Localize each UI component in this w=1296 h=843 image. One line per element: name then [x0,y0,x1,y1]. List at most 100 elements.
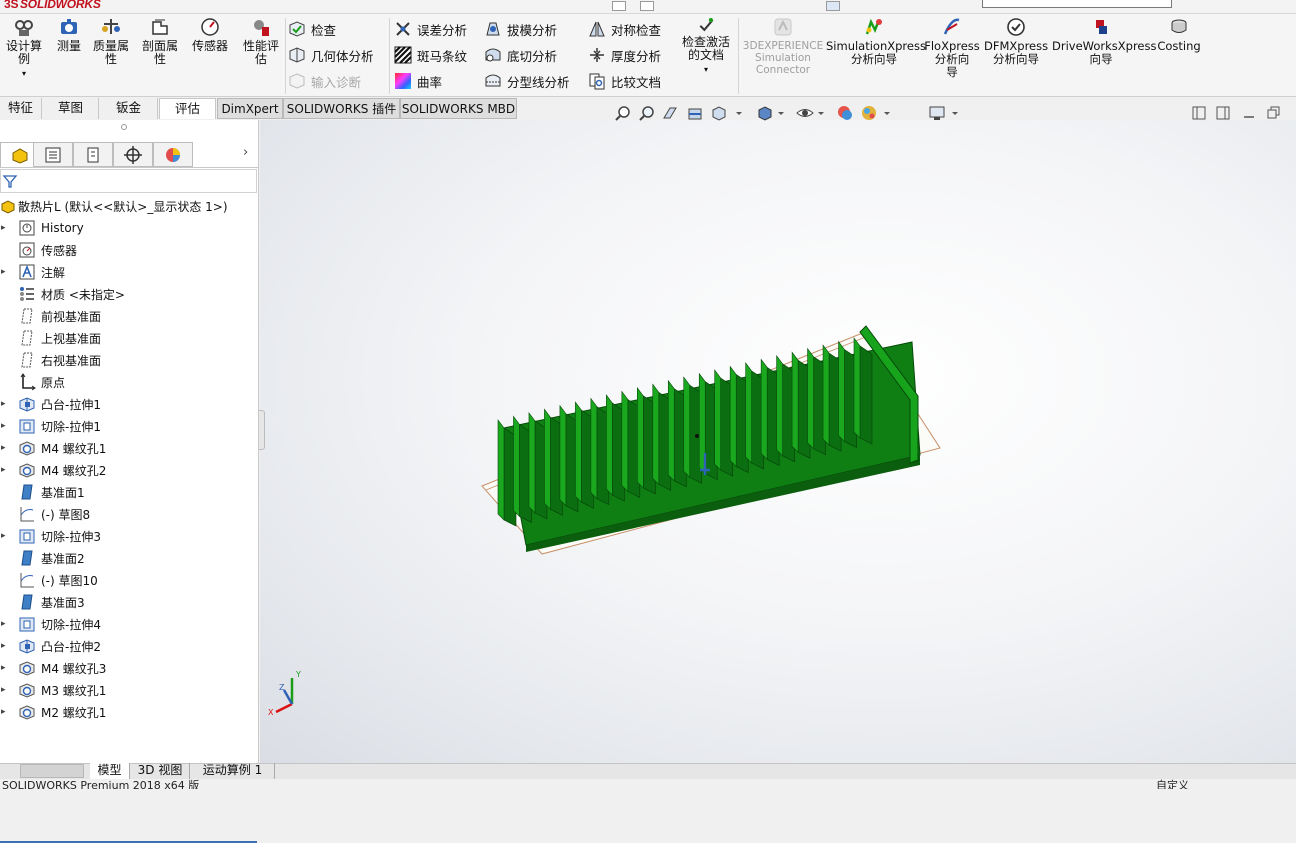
tab-motion-study[interactable]: 运动算例 1 [191,763,275,779]
heatsink-model[interactable] [260,120,1296,763]
units-selector[interactable]: 自定义 [1156,779,1189,789]
check-active-document-button[interactable]: 检查激活 的文档 ▾ [676,16,736,76]
compare-documents-button[interactable]: 比较文档 [588,70,661,92]
tree-item[interactable]: 基准面1 [0,481,259,503]
panel-left-icon[interactable] [1190,104,1208,122]
tree-item[interactable]: 原点 [0,371,259,393]
search-input[interactable] [982,0,1172,8]
expand-arrow-icon[interactable]: ▸ [1,635,7,657]
chevron-down-icon[interactable]: ▾ [2,67,46,80]
deviation-analysis-button[interactable]: 误差分析 [394,18,467,40]
tab-dimxpertmanager[interactable] [113,142,153,167]
undercut-analysis-button[interactable]: 底切分析 [484,44,557,66]
tree-item[interactable]: 传感器 [0,239,259,261]
edit-appearance-icon[interactable] [860,104,878,122]
design-study-button[interactable]: 设计算 例 ▾ [2,16,46,80]
home-icon[interactable] [612,1,626,11]
tree-item[interactable]: ▸ M4 螺纹孔1 [0,437,259,459]
minimize-icon[interactable] [1240,104,1258,122]
tree-root-part[interactable]: 散热片L (默认<<默认>_显示状态 1>) [0,195,259,217]
tree-item[interactable]: 基准面3 [0,591,259,613]
mass-properties-button[interactable]: 质量属 性 [89,16,133,66]
expand-arrow-icon[interactable]: ▸ [1,701,7,723]
thickness-analysis-button[interactable]: 厚度分析 [588,44,661,66]
tree-item[interactable]: ▸ History [0,217,259,239]
zoom-to-fit-icon[interactable] [614,104,632,122]
tab-propertymanager[interactable] [33,142,73,167]
driveworksxpress-button[interactable]: DriveWorksXpress 向导 [1052,16,1156,66]
previous-view-icon[interactable] [662,104,680,122]
tab-evaluate[interactable]: 评估 [159,98,216,119]
dynamic-annotation-view-icon[interactable] [710,104,728,122]
section-view-icon[interactable] [686,104,704,122]
sensor-button[interactable]: 传感器 [188,16,232,53]
expand-arrow-icon[interactable]: ▸ [1,393,7,415]
chevron-down-icon[interactable]: ▾ [676,63,736,76]
panel-resize-grip[interactable] [121,124,127,130]
tab-solidworks-addins[interactable]: SOLIDWORKS 插件 [283,98,400,119]
feature-tree-filter[interactable] [0,169,257,193]
view-settings-icon[interactable] [928,104,946,122]
tree-item[interactable]: ▸ 切除-拉伸1 [0,415,259,437]
chevron-down-icon[interactable] [776,104,786,122]
tab-configurationmanager[interactable] [73,142,113,167]
graphics-area[interactable]: Y X Z [256,120,1296,763]
tab-sheet-metal[interactable]: 钣金 [100,98,158,119]
new-document-icon[interactable] [640,1,654,11]
solidworks-logo[interactable]: 3S SOLIDWORKS [4,0,101,11]
costing-button[interactable]: Costing [1154,16,1204,53]
draft-analysis-button[interactable]: 拔模分析 [484,18,557,40]
expand-arrow-icon[interactable]: ▸ [1,657,7,679]
tree-item[interactable]: 基准面2 [0,547,259,569]
measure-button[interactable]: 测量 [50,16,88,53]
tree-item[interactable]: ▸ 切除-拉伸4 [0,613,259,635]
floxpress-button[interactable]: FloXpress 分析向 导 [924,16,980,79]
section-properties-button[interactable]: 剖面属 性 [138,16,182,66]
chevron-down-icon[interactable] [816,104,826,122]
expand-arrow-icon[interactable]: ▸ [1,459,7,481]
check-button[interactable]: 检查 [288,18,336,40]
tab-solidworks-mbd[interactable]: SOLIDWORKS MBD [400,98,517,119]
simulationxpress-button[interactable]: SimulationXpress 分析向导 [826,16,926,66]
hide-show-items-icon[interactable] [836,104,854,122]
expand-arrow-icon[interactable]: ▸ [1,525,7,547]
tree-item[interactable]: 材质 <未指定> [0,283,259,305]
tree-item[interactable]: 右视基准面 [0,349,259,371]
tab-features[interactable]: 特征 [0,98,42,119]
tab-3d-views[interactable]: 3D 视图 [131,763,190,779]
import-diagnostics-button[interactable]: 输入诊断 [288,70,361,92]
tree-item[interactable]: ▸ M4 螺纹孔2 [0,459,259,481]
zebra-stripes-button[interactable]: 斑马条纹 [394,44,467,66]
tab-scroll-buttons[interactable] [20,764,84,778]
symmetry-check-button[interactable]: 对称检查 [588,18,661,40]
tab-displaymanager[interactable] [153,142,193,167]
curvature-button[interactable]: 曲率 [394,70,442,92]
chevron-down-icon[interactable] [950,104,960,122]
tree-item[interactable]: ▸ M2 螺纹孔1 [0,701,259,723]
chevron-right-icon[interactable]: › [243,145,248,160]
expand-arrow-icon[interactable]: ▸ [1,679,7,701]
expand-arrow-icon[interactable]: ▸ [1,415,7,437]
expand-arrow-icon[interactable]: ▸ [1,437,7,459]
tree-item[interactable]: 前视基准面 [0,305,259,327]
dfmxpress-button[interactable]: DFMXpress 分析向导 [984,16,1048,66]
tree-item[interactable]: ▸ 凸台-拉伸1 [0,393,259,415]
performance-evaluation-button[interactable]: 性能评 估 [238,16,284,66]
panel-right-icon[interactable] [1214,104,1232,122]
geometry-analysis-button[interactable]: 几何体分析 [288,44,374,66]
chevron-down-icon[interactable] [882,104,892,122]
3dexperience-connector-button[interactable]: 3DEXPERIENCE Simulation Connector [742,16,824,76]
parting-line-analysis-button[interactable]: 分型线分析 [484,70,570,92]
display-style-icon[interactable] [796,104,814,122]
view-orientation-icon[interactable] [756,104,774,122]
tab-model[interactable]: 模型 [90,763,130,779]
restore-icon[interactable] [1264,104,1282,122]
tree-item[interactable]: 上视基准面 [0,327,259,349]
tree-item[interactable]: ▸ M3 螺纹孔1 [0,679,259,701]
tab-dimxpert[interactable]: DimXpert [217,98,283,119]
chevron-down-icon[interactable] [734,104,744,122]
tree-item[interactable]: ▸ 切除-拉伸3 [0,525,259,547]
tree-item[interactable]: ▸ M4 螺纹孔3 [0,657,259,679]
tree-item[interactable]: ▸ 凸台-拉伸2 [0,635,259,657]
expand-arrow-icon[interactable]: ▸ [1,217,7,239]
